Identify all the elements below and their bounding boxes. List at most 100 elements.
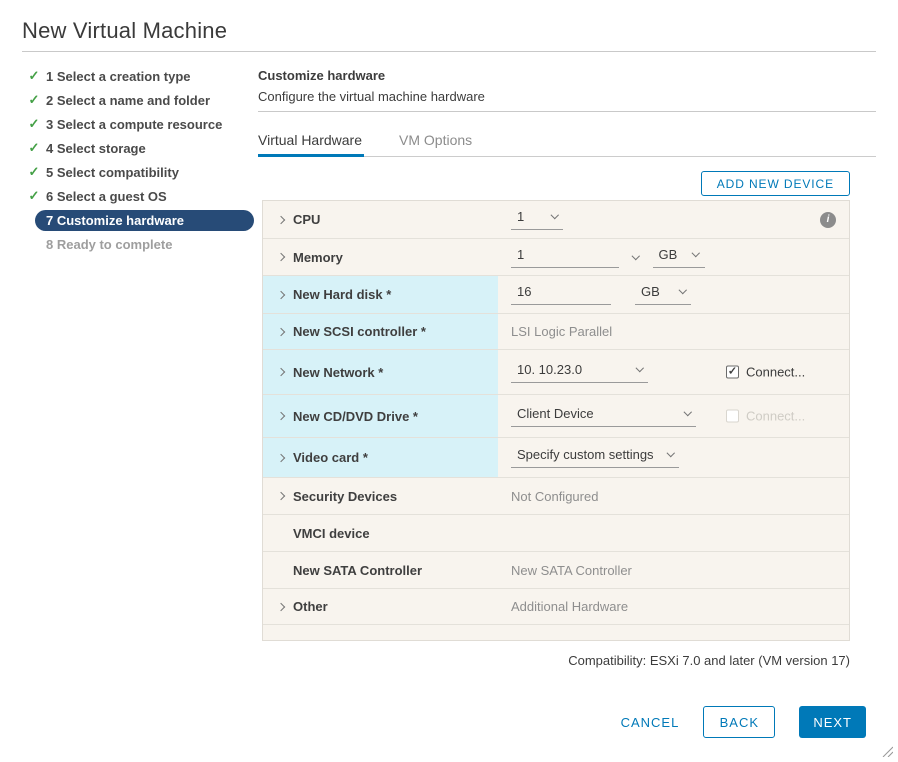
expand-chevron-icon[interactable] xyxy=(277,327,285,335)
cancel-button[interactable]: CANCEL xyxy=(621,715,680,730)
cpu-count-select[interactable]: 1 xyxy=(511,209,563,230)
row-label: New SCSI controller * xyxy=(293,324,426,339)
chevron-down-icon xyxy=(666,449,674,457)
tab-vm-options[interactable]: VM Options xyxy=(399,130,474,157)
pane-divider xyxy=(258,111,876,112)
expand-chevron-icon[interactable] xyxy=(277,492,285,500)
wizard-steps-sidebar: ✓ 1 Select a creation type ✓ 2 Select a … xyxy=(22,64,254,256)
cd-dvd-select[interactable]: Client Device xyxy=(511,406,696,427)
sidebar-step-7-active[interactable]: ✓ 7 Customize hardware xyxy=(35,210,254,231)
step-label: 6 Select a guest OS xyxy=(46,189,167,204)
network-select[interactable]: 10. 10.23.0 xyxy=(511,362,648,383)
step-label: 2 Select a name and folder xyxy=(46,93,210,108)
security-devices-value: Not Configured xyxy=(511,489,598,504)
row-memory-label-cell[interactable]: Memory xyxy=(263,239,498,275)
step-label: 8 Ready to complete xyxy=(46,237,172,252)
expand-chevron-icon[interactable] xyxy=(277,215,285,223)
row-new-sata-controller: New SATA Controller New SATA Controller xyxy=(263,552,849,589)
expand-chevron-icon[interactable] xyxy=(277,368,285,376)
check-icon: ✓ xyxy=(22,68,46,84)
cd-dvd-connect-checkbox: Connect... xyxy=(726,409,805,424)
add-new-device-button[interactable]: ADD NEW DEVICE xyxy=(701,171,850,196)
check-icon: ✓ xyxy=(22,116,46,132)
row-video-card: Video card * Specify custom settings xyxy=(263,438,849,478)
step-label: 4 Select storage xyxy=(46,141,146,156)
compatibility-note: Compatibility: ESXi 7.0 and later (VM ve… xyxy=(568,653,850,668)
new-vm-wizard-dialog: { "window": { "title": "New Virtual Mach… xyxy=(0,0,898,762)
sidebar-step-8: ✓ 8 Ready to complete xyxy=(22,232,254,256)
chevron-down-icon[interactable] xyxy=(632,252,640,260)
row-other: Other Additional Hardware xyxy=(263,589,849,625)
expand-chevron-icon[interactable] xyxy=(277,602,285,610)
step-label: 1 Select a creation type xyxy=(46,69,191,84)
row-cd-dvd-label-cell[interactable]: New CD/DVD Drive * xyxy=(263,395,498,437)
row-label: New Network * xyxy=(293,365,383,380)
chevron-down-icon xyxy=(635,364,643,372)
resize-handle-icon[interactable] xyxy=(882,746,893,757)
back-button[interactable]: BACK xyxy=(703,706,775,738)
row-label: New Hard disk * xyxy=(293,287,391,302)
hardware-tabs: Virtual Hardware VM Options xyxy=(258,130,876,157)
row-network-label-cell[interactable]: New Network * xyxy=(263,350,498,394)
pane-title: Customize hardware xyxy=(258,68,385,83)
expand-chevron-icon[interactable] xyxy=(277,412,285,420)
hard-disk-unit-select[interactable]: GB xyxy=(635,284,691,305)
sidebar-step-6[interactable]: ✓ 6 Select a guest OS xyxy=(22,184,254,208)
memory-unit-select[interactable]: GB xyxy=(653,247,705,268)
checkbox-unchecked-icon xyxy=(726,410,739,423)
sata-controller-value: New SATA Controller xyxy=(511,563,632,578)
row-security-label-cell[interactable]: Security Devices xyxy=(263,478,498,514)
chevron-down-icon xyxy=(692,249,700,257)
sidebar-step-1[interactable]: ✓ 1 Select a creation type xyxy=(22,64,254,88)
row-label: Security Devices xyxy=(293,489,397,504)
step-label: 7 Customize hardware xyxy=(46,213,184,228)
chevron-down-icon xyxy=(683,408,691,416)
cpu-count-value: 1 xyxy=(517,209,524,224)
sidebar-step-2[interactable]: ✓ 2 Select a name and folder xyxy=(22,88,254,112)
row-cpu: CPU 1 i xyxy=(263,201,849,239)
network-connect-checkbox[interactable]: ✓ Connect... xyxy=(726,365,805,380)
sidebar-step-4[interactable]: ✓ 4 Select storage xyxy=(22,136,254,160)
row-video-card-label-cell[interactable]: Video card * xyxy=(263,438,498,477)
row-new-scsi-controller: New SCSI controller * LSI Logic Parallel xyxy=(263,314,849,350)
checkbox-checked-icon: ✓ xyxy=(726,366,739,379)
check-icon: ✓ xyxy=(22,188,46,204)
row-hard-disk-label-cell[interactable]: New Hard disk * xyxy=(263,276,498,313)
scsi-controller-value: LSI Logic Parallel xyxy=(511,324,612,339)
expand-chevron-icon[interactable] xyxy=(277,453,285,461)
row-cpu-label-cell[interactable]: CPU xyxy=(263,201,498,238)
memory-unit-value: GB xyxy=(659,247,678,262)
chevron-down-icon xyxy=(550,211,558,219)
row-label: VMCI device xyxy=(293,526,370,541)
step-label: 3 Select a compute resource xyxy=(46,117,222,132)
video-card-value: Specify custom settings xyxy=(517,447,654,462)
row-memory: Memory 1 GB xyxy=(263,239,849,276)
title-divider xyxy=(22,51,876,52)
row-label: New CD/DVD Drive * xyxy=(293,409,418,424)
pane-subtitle: Configure the virtual machine hardware xyxy=(258,89,485,104)
info-icon[interactable]: i xyxy=(820,212,836,228)
row-label: New SATA Controller xyxy=(293,563,422,578)
tab-virtual-hardware[interactable]: Virtual Hardware xyxy=(258,130,364,157)
row-sata-label-cell: New SATA Controller xyxy=(263,552,498,588)
video-card-select[interactable]: Specify custom settings xyxy=(511,447,679,468)
hard-disk-size-input[interactable]: 16 xyxy=(511,284,611,305)
sidebar-step-3[interactable]: ✓ 3 Select a compute resource xyxy=(22,112,254,136)
hard-disk-unit-value: GB xyxy=(641,284,660,299)
next-button[interactable]: NEXT xyxy=(799,706,866,738)
row-scsi-label-cell[interactable]: New SCSI controller * xyxy=(263,314,498,349)
memory-size-input[interactable]: 1 xyxy=(511,247,619,268)
row-vmci-device: VMCI device xyxy=(263,515,849,552)
expand-chevron-icon[interactable] xyxy=(277,253,285,261)
hardware-table: CPU 1 i Memory 1 GB New Hard disk * xyxy=(262,200,850,641)
other-value: Additional Hardware xyxy=(511,599,628,614)
expand-chevron-icon[interactable] xyxy=(277,290,285,298)
sidebar-step-5[interactable]: ✓ 5 Select compatibility xyxy=(22,160,254,184)
check-icon: ✓ xyxy=(22,92,46,108)
checkbox-label: Connect... xyxy=(746,365,805,380)
row-other-label-cell[interactable]: Other xyxy=(263,589,498,624)
row-label: CPU xyxy=(293,212,320,227)
row-vmci-label-cell: VMCI device xyxy=(263,515,498,551)
step-label: 5 Select compatibility xyxy=(46,165,179,180)
checkbox-label: Connect... xyxy=(746,409,805,424)
